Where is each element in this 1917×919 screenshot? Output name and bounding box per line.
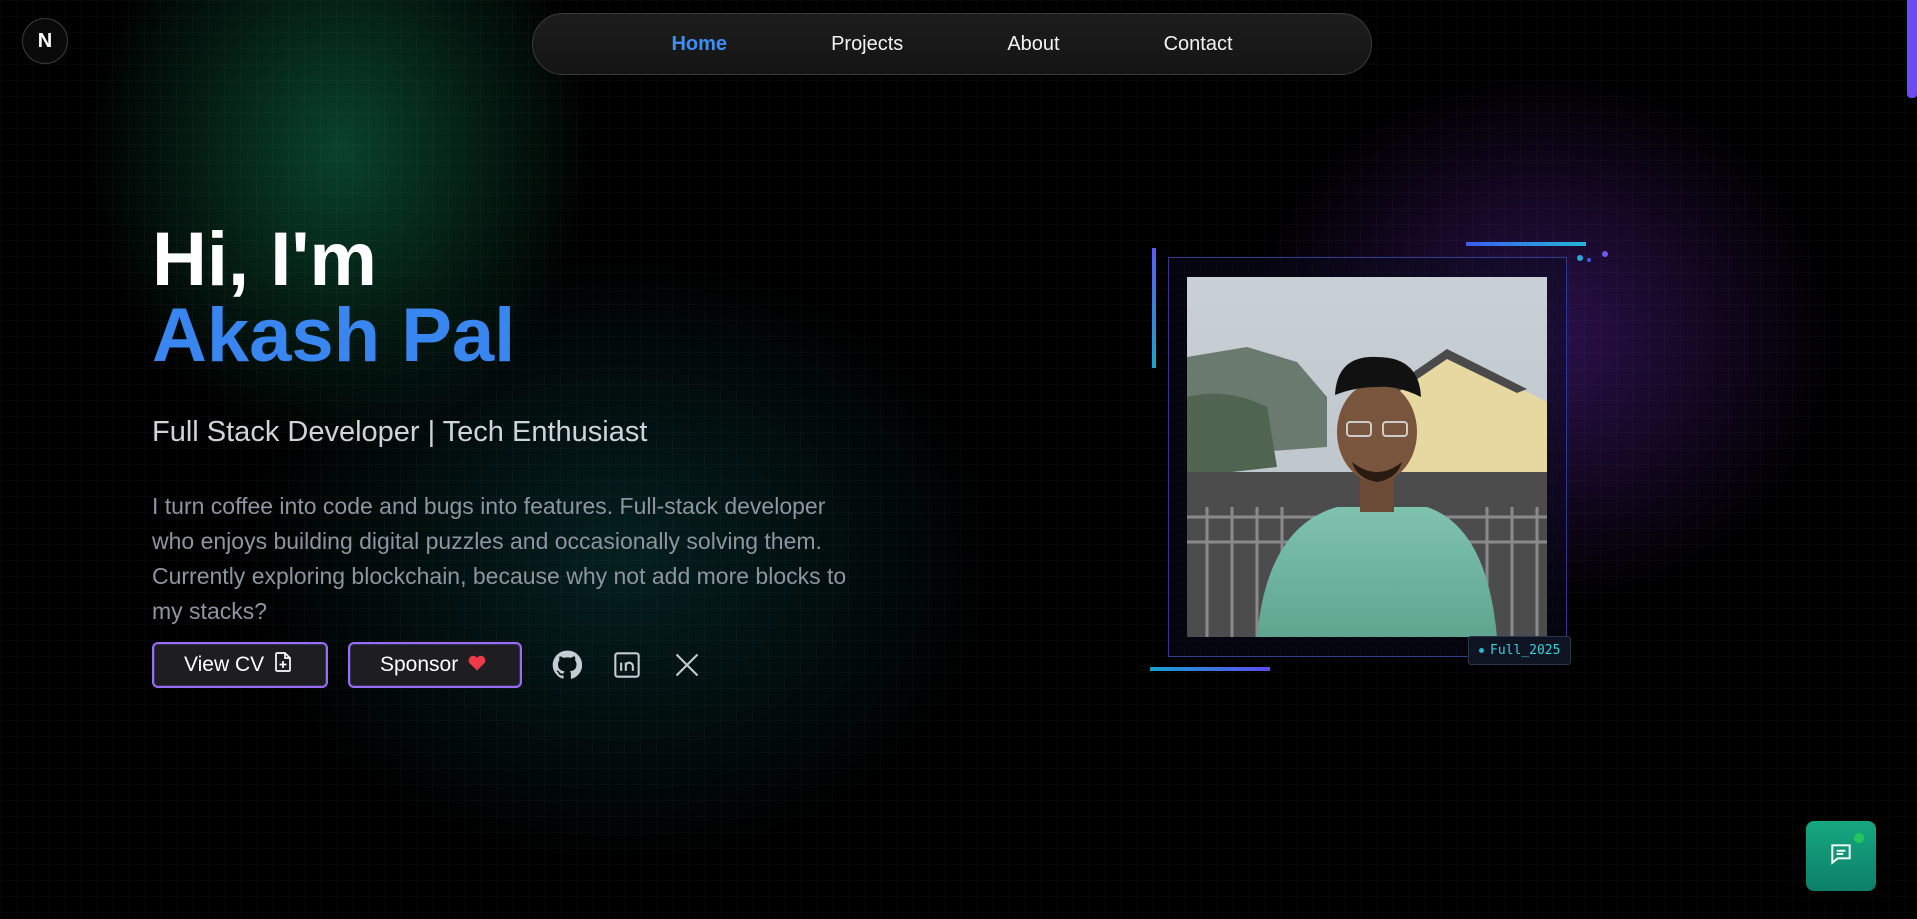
accent-dot xyxy=(1602,251,1608,257)
accent-dot xyxy=(1587,258,1591,262)
accent-dot xyxy=(1577,255,1583,261)
nav-projects[interactable]: Projects xyxy=(779,33,955,56)
greeting: Hi, I'm xyxy=(152,217,377,302)
hero-actions: View CV Sponsor xyxy=(152,642,702,688)
sponsor-label: Sponsor xyxy=(380,653,459,676)
accent-line-bottom xyxy=(1150,667,1270,671)
nav-contact[interactable]: Contact xyxy=(1112,33,1285,56)
badge-dot xyxy=(1479,648,1484,653)
hero-name: Akash Pal xyxy=(152,293,516,378)
nav-about[interactable]: About xyxy=(955,33,1111,56)
photo-badge: Full_2025 xyxy=(1468,636,1572,665)
scrollbar-thumb[interactable] xyxy=(1907,0,1917,98)
logo[interactable]: N xyxy=(22,18,68,64)
badge-text: Full_2025 xyxy=(1490,643,1561,658)
x-icon[interactable] xyxy=(672,650,702,680)
sponsor-button[interactable]: Sponsor xyxy=(348,642,522,688)
chat-status-dot xyxy=(1854,833,1864,843)
view-cv-button[interactable]: View CV xyxy=(152,642,328,688)
profile-photo xyxy=(1187,277,1547,637)
heart-icon xyxy=(468,654,486,677)
accent-line-left xyxy=(1152,248,1156,368)
page: N Home Projects About Contact Hi, I'm Ak… xyxy=(0,0,1917,919)
linkedin-icon[interactable] xyxy=(612,650,642,680)
profile-photo-card: Full_2025 xyxy=(1150,240,1610,680)
hero: Hi, I'm Akash Pal Full Stack Developer |… xyxy=(152,222,912,629)
chat-icon xyxy=(1828,841,1854,872)
top-nav: Home Projects About Contact xyxy=(532,13,1372,75)
file-plus-icon xyxy=(274,652,292,678)
role-title: Full Stack Developer | Tech Enthusiast xyxy=(152,416,648,448)
social-links xyxy=(552,650,702,680)
bio-text: I turn coffee into code and bugs into fe… xyxy=(152,493,847,624)
chat-button[interactable] xyxy=(1806,821,1876,891)
view-cv-label: View CV xyxy=(184,653,265,676)
accent-line-top xyxy=(1466,242,1586,246)
nav-home[interactable]: Home xyxy=(619,33,779,56)
github-icon[interactable] xyxy=(552,650,582,680)
